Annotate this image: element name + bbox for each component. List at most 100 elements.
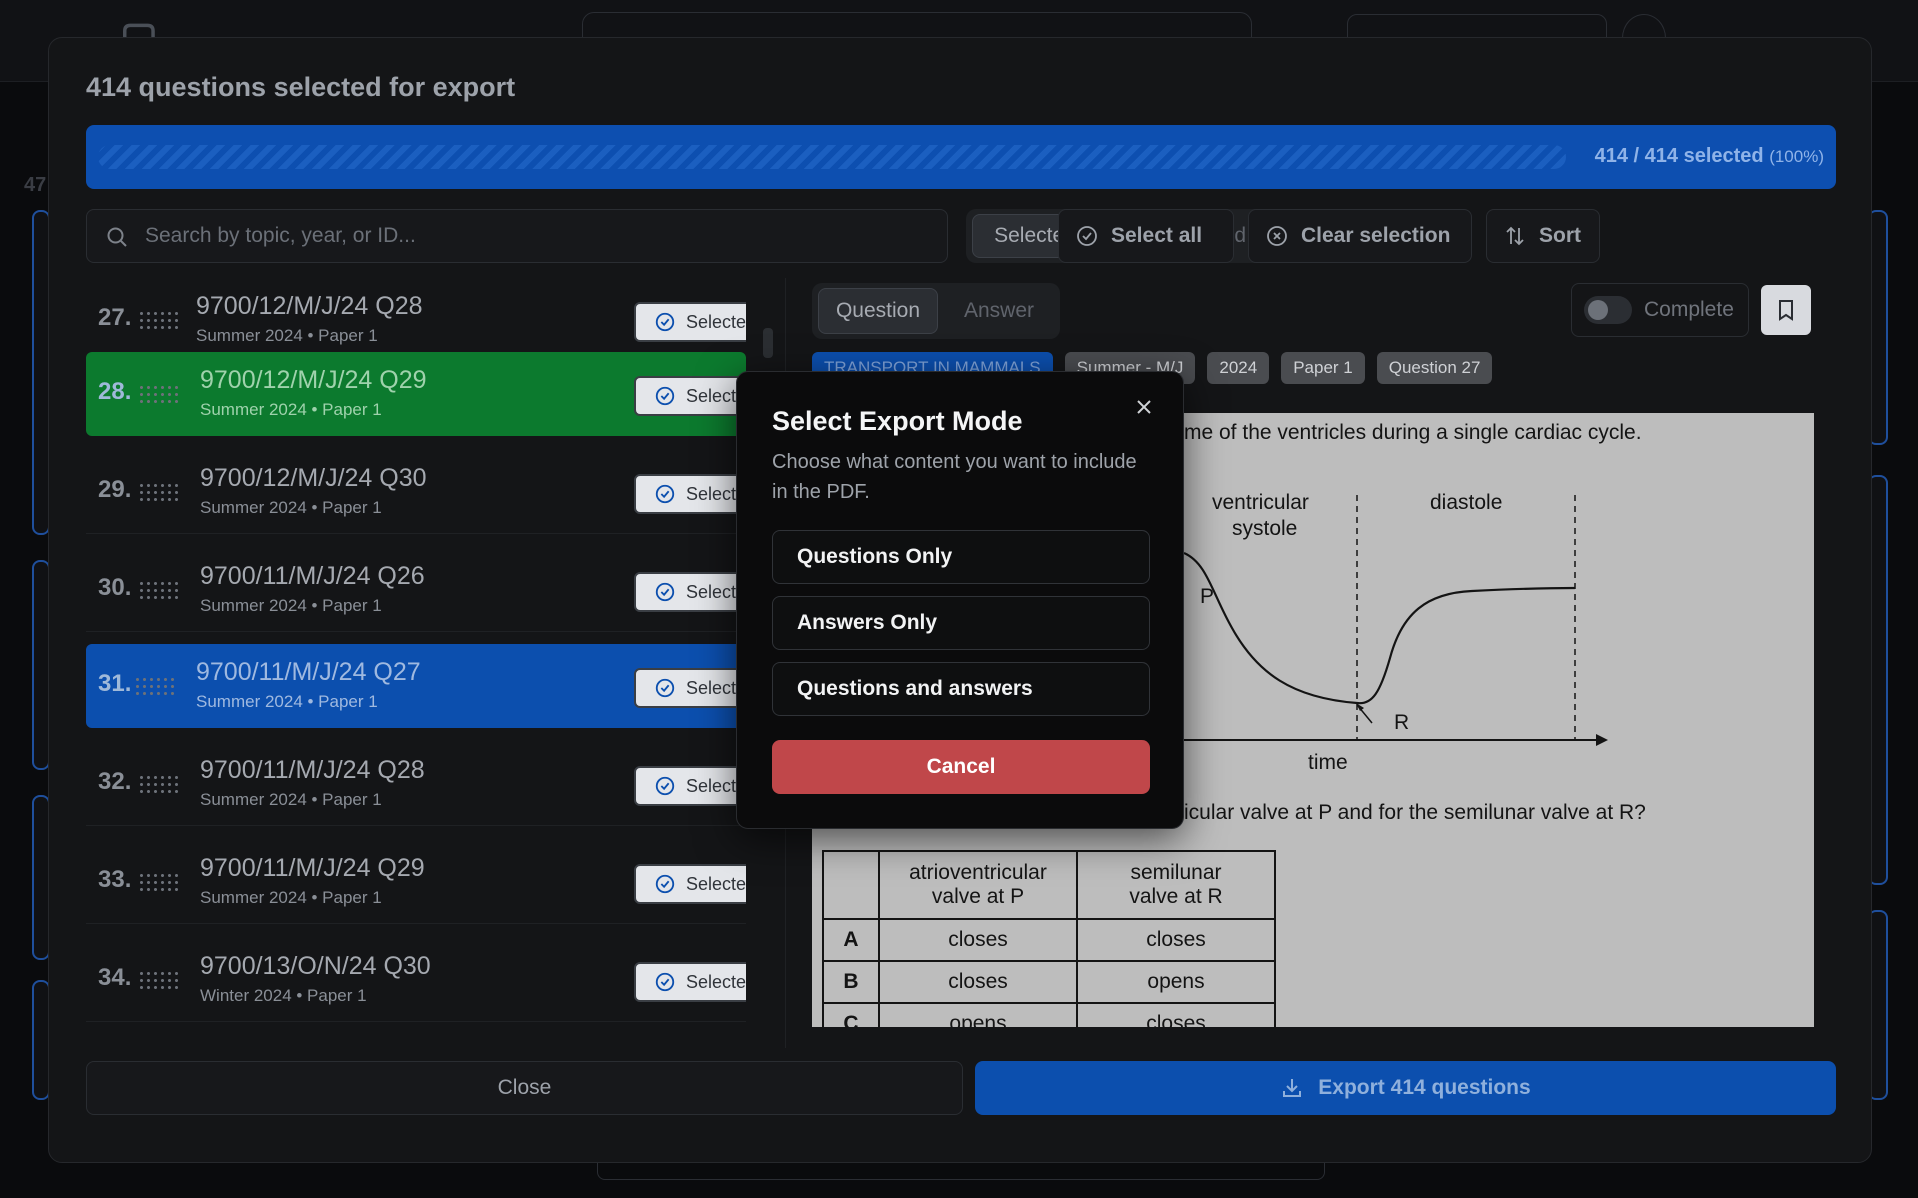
cancel-button[interactable]: Cancel <box>772 740 1150 794</box>
table-header-line: atrioventricular <box>909 861 1047 884</box>
check-circle-icon <box>655 678 675 698</box>
selected-toggle[interactable]: Selected <box>634 302 746 342</box>
drag-handle-icon[interactable] <box>138 774 180 794</box>
drag-handle-icon[interactable] <box>134 676 176 696</box>
item-session: Summer 2024 • Paper 1 <box>196 692 378 711</box>
tag-paper: Paper 1 <box>1281 352 1365 384</box>
list-item[interactable]: 30. 9700/11/M/J/24 Q26 Summer 2024 • Pap… <box>86 548 746 632</box>
check-circle-icon <box>655 582 675 602</box>
answers-only-button[interactable]: Answers Only <box>772 596 1150 650</box>
selected-toggle[interactable]: Selected <box>634 376 746 416</box>
tab-question[interactable]: Question <box>818 288 938 334</box>
questions-and-answers-button[interactable]: Questions and answers <box>772 662 1150 716</box>
item-session: Summer 2024 • Paper 1 <box>200 400 382 419</box>
download-icon <box>1283 1079 1302 1097</box>
clear-selection-button[interactable]: Clear selection <box>1248 209 1472 263</box>
drag-handle-icon[interactable] <box>138 482 180 502</box>
list-item[interactable]: 32. 9700/11/M/J/24 Q28 Summer 2024 • Pap… <box>86 742 746 826</box>
table-corner <box>822 850 880 920</box>
list-item[interactable]: 33. 9700/11/M/J/24 Q29 Summer 2024 • Pap… <box>86 840 746 924</box>
item-number: 29. <box>98 476 132 503</box>
tag-question: Question 27 <box>1376 352 1493 384</box>
selected-toggle[interactable]: Selected <box>634 864 746 904</box>
drag-handle-icon[interactable] <box>138 872 180 892</box>
toggle-switch[interactable] <box>1584 296 1632 324</box>
item-code: 9700/12/M/J/24 Q28 <box>196 292 423 320</box>
item-number: 33. <box>98 866 132 893</box>
item-session: Summer 2024 • Paper 1 <box>200 498 382 517</box>
tab-answer[interactable]: Answer <box>944 288 1054 334</box>
background-count: 47 <box>24 174 47 196</box>
selected-toggle[interactable]: Selected <box>634 962 746 1002</box>
progress-fill <box>98 145 1566 169</box>
list-item[interactable]: 27. 9700/12/M/J/24 Q28 Summer 2024 • Pap… <box>86 278 746 362</box>
graph-label-ventricular: ventricular <box>1212 491 1309 514</box>
option-r: closes <box>1076 1002 1276 1027</box>
bookmark-button[interactable] <box>1761 285 1811 335</box>
table-header-line: valve at P <box>931 885 1025 908</box>
selected-toggle[interactable]: Selected <box>634 572 746 612</box>
list-item[interactable]: 31. 9700/11/M/J/24 Q27 Summer 2024 • Pap… <box>86 644 746 728</box>
table-header-row: atrioventricular valve at P semilunar va… <box>822 850 1276 920</box>
questions-only-button[interactable]: Questions Only <box>772 530 1150 584</box>
sort-label: Sort <box>1539 224 1581 247</box>
table-header-line: semilunar <box>1130 861 1222 884</box>
item-number: 30. <box>98 574 132 601</box>
answer-options-table: atrioventricular valve at P semilunar va… <box>822 850 1276 1027</box>
item-code: 9700/11/M/J/24 Q29 <box>200 854 425 882</box>
table-row: A closes closes <box>822 918 1276 962</box>
drag-handle-icon[interactable] <box>138 310 180 330</box>
selected-toggle[interactable]: Selected <box>634 474 746 514</box>
list-item[interactable]: 29. 9700/12/M/J/24 Q30 Summer 2024 • Pap… <box>86 450 746 534</box>
graph-label-diastole: diastole <box>1430 491 1503 514</box>
select-all-label: Select all <box>1111 224 1203 247</box>
item-code: 9700/12/M/J/24 Q30 <box>200 464 427 492</box>
selected-toggle[interactable]: Selected <box>634 668 746 708</box>
table-header-p: atrioventricular valve at P <box>878 850 1078 920</box>
list-item[interactable]: 34. 9700/13/O/N/24 Q30 Winter 2024 • Pap… <box>86 938 746 1022</box>
drag-handle-icon[interactable] <box>138 970 180 990</box>
item-number: 34. <box>98 964 132 991</box>
search-input[interactable] <box>145 210 925 262</box>
graph-x-axis-label: time <box>1308 751 1348 774</box>
item-number: 31. <box>98 670 132 697</box>
selected-toggle[interactable]: Selected <box>634 766 746 806</box>
item-session: Winter 2024 • Paper 1 <box>200 986 367 1005</box>
check-circle-icon <box>655 972 675 992</box>
check-circle-icon <box>655 776 675 796</box>
selected-label: Selected <box>686 971 746 992</box>
item-code: 9700/12/M/J/24 Q29 <box>200 366 427 394</box>
drag-handle-icon[interactable] <box>138 384 180 404</box>
export-button[interactable]: Export 414 questions <box>975 1061 1836 1115</box>
search-field[interactable] <box>86 209 948 263</box>
export-mode-dialog: Select Export Mode Choose what content y… <box>736 371 1184 829</box>
x-circle-icon <box>1267 226 1287 246</box>
progress-count: 414 / 414 selected <box>1594 145 1764 167</box>
item-number: 28. <box>98 378 132 405</box>
table-header-r: semilunar valve at R <box>1076 850 1276 920</box>
sort-arrows-icon <box>1506 226 1524 246</box>
item-session: Summer 2024 • Paper 1 <box>200 888 382 907</box>
item-code: 9700/13/O/N/24 Q30 <box>200 952 431 980</box>
option-p: closes <box>878 918 1078 962</box>
question-list: 27. 9700/12/M/J/24 Q28 Summer 2024 • Pap… <box>86 278 746 1048</box>
sort-button[interactable]: Sort <box>1486 209 1600 263</box>
option-p: closes <box>878 960 1078 1004</box>
clear-selection-label: Clear selection <box>1301 224 1451 247</box>
complete-toggle[interactable]: Complete <box>1571 283 1749 337</box>
item-code: 9700/11/M/J/24 Q28 <box>200 756 425 784</box>
selected-label: Selected <box>686 311 746 332</box>
option-letter: B <box>822 960 880 1004</box>
list-item[interactable]: 28. 9700/12/M/J/24 Q29 Summer 2024 • Pap… <box>86 352 746 436</box>
table-row: C opens closes <box>822 1002 1276 1027</box>
check-circle-icon <box>655 386 675 406</box>
list-scrollbar[interactable] <box>763 328 773 358</box>
select-all-button[interactable]: Select all <box>1058 209 1234 263</box>
close-button[interactable]: Close <box>86 1061 963 1115</box>
close-icon[interactable] <box>1131 394 1157 420</box>
progress-percent: (100%) <box>1769 147 1824 166</box>
option-letter: C <box>822 1002 880 1027</box>
option-letter: A <box>822 918 880 962</box>
search-icon <box>107 227 127 247</box>
drag-handle-icon[interactable] <box>138 580 180 600</box>
